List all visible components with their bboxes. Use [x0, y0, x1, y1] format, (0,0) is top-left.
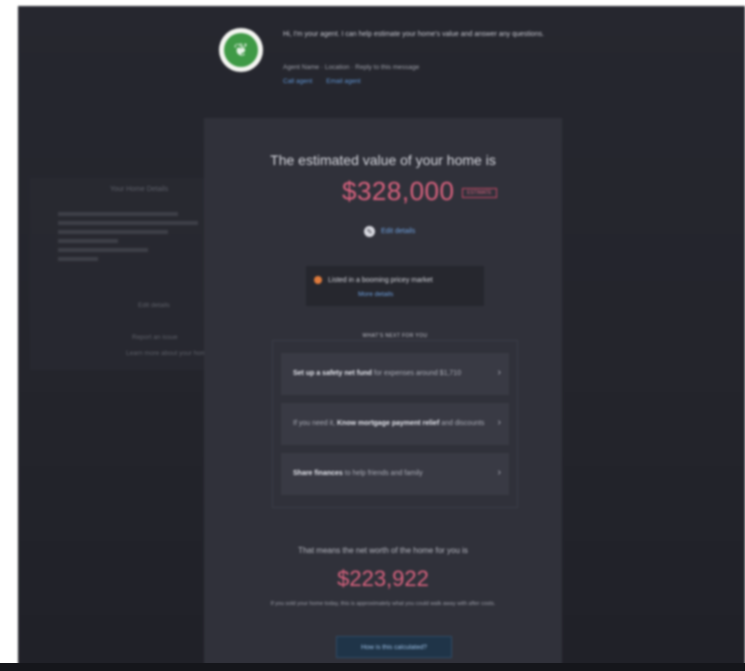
agent-link-call[interactable]: Call agent — [283, 78, 312, 85]
estimate-value: $328,000 — [342, 176, 455, 206]
net-worth-value: $223,922 — [337, 566, 429, 591]
pencil-icon: ✎ — [364, 226, 375, 237]
tip-safety-net[interactable]: Set up a safety net fund for expenses ar… — [281, 353, 509, 395]
home-value-card: The estimated value of your home is $328… — [204, 118, 562, 671]
notice-more-link[interactable]: More details — [358, 291, 393, 298]
background-side-panel: Your Home Details Edit details Report an… — [30, 178, 230, 370]
notice-text: Listed in a booming pricey market — [328, 276, 433, 284]
tip-mortgage-relief[interactable]: If you need it, Know mortgage payment re… — [281, 403, 509, 445]
tip-text: If you need it, Know mortgage payment re… — [293, 420, 485, 427]
agent-links: Call agent Email agent — [283, 78, 573, 85]
net-worth-label: That means the net worth of the home for… — [298, 546, 468, 555]
how-calculated-button[interactable]: How is this calculated? — [336, 636, 452, 658]
bottom-edge — [0, 663, 745, 671]
side-panel-title: Your Home Details — [110, 186, 169, 193]
agent-logo-icon: ❦ — [224, 33, 258, 67]
estimate-label: The estimated value of your home is — [270, 152, 496, 168]
next-steps-title: WHAT'S NEXT FOR YOU — [362, 333, 428, 339]
chevron-right-icon: › — [497, 417, 501, 428]
chevron-right-icon: › — [497, 467, 501, 478]
chevron-right-icon: › — [497, 367, 501, 378]
tip-text: Share finances to help friends and famil… — [293, 470, 423, 477]
side-panel-link-edit[interactable]: Edit details — [138, 302, 170, 309]
agent-message: Hi, I'm your agent. I can help estimate … — [283, 31, 545, 38]
net-worth-note: If you sold your home today, this is app… — [270, 601, 496, 607]
alert-icon — [314, 276, 322, 284]
tip-text: Set up a safety net fund for expenses ar… — [293, 370, 462, 377]
estimate-badge: ESTIMATE — [462, 188, 497, 198]
side-panel-link-learn[interactable]: Learn more about your home — [126, 350, 210, 357]
next-steps-box: WHAT'S NEXT FOR YOU Set up a safety net … — [272, 333, 518, 508]
notice-row: Listed in a booming pricey market — [314, 276, 433, 284]
tip-share-finances[interactable]: Share finances to help friends and famil… — [281, 453, 509, 495]
agent-link-email[interactable]: Email agent — [326, 78, 360, 85]
edit-details-link[interactable]: ✎ Edit details — [364, 226, 415, 237]
agent-subline: Agent Name · Location · Reply to this me… — [283, 64, 420, 71]
app-screen: ❦ Hi, I'm your agent. I can help estimat… — [18, 6, 745, 671]
screenshot-frame: ❦ Hi, I'm your agent. I can help estimat… — [0, 0, 745, 671]
side-panel-text — [58, 212, 198, 266]
agent-avatar[interactable]: ❦ — [219, 28, 263, 72]
edit-details-label: Edit details — [381, 228, 416, 235]
market-notice: Listed in a booming pricey market More d… — [306, 266, 484, 306]
side-panel-link-report[interactable]: Report an issue — [132, 334, 178, 341]
